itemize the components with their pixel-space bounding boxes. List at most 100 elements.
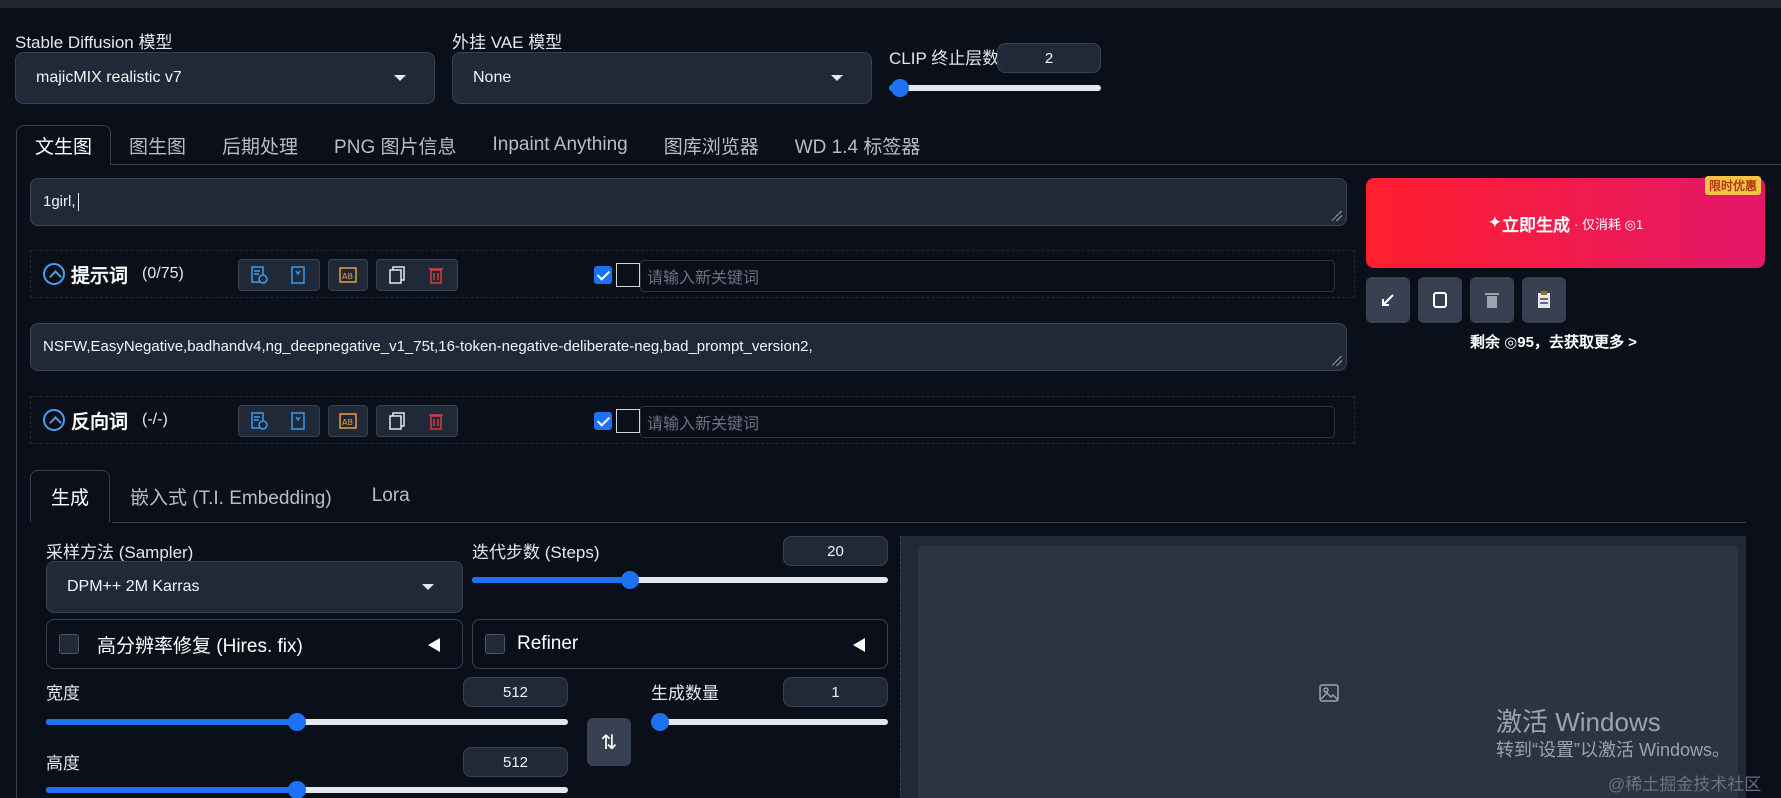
- width-slider[interactable]: [46, 712, 568, 732]
- negative-toolbar: 反向词 (-/-) AB 请输入新关键词: [30, 396, 1355, 444]
- bookmark-icon[interactable]: [278, 406, 317, 436]
- batch-count-slider[interactable]: [651, 712, 888, 732]
- negative-keyword-input[interactable]: 请输入新关键词: [640, 406, 1335, 438]
- sparkle-icon: ✦: [1487, 213, 1503, 232]
- translate-icon[interactable]: AB: [329, 260, 367, 290]
- chevron-down-icon: [394, 75, 406, 81]
- subtab-divider: [112, 522, 1746, 523]
- collapse-icon[interactable]: [43, 409, 65, 431]
- clip-skip-slider[interactable]: [889, 78, 1101, 98]
- square-icon: [1433, 292, 1447, 308]
- subtab-generate[interactable]: 生成: [30, 470, 111, 522]
- hires-fix-toggle[interactable]: 高分辨率修复 (Hires. fix): [46, 619, 463, 669]
- tab-image-browser[interactable]: 图库浏览器: [646, 125, 777, 165]
- subtab-lora[interactable]: Lora: [352, 470, 430, 522]
- trash-icon: [1485, 293, 1499, 308]
- prompt-text: 1girl,: [43, 193, 76, 210]
- tab-img2img[interactable]: 图生图: [111, 125, 204, 165]
- trash-icon[interactable]: [416, 260, 455, 290]
- swap-icon: ⇅: [600, 731, 618, 754]
- negative-prompt-input[interactable]: NSFW,EasyNegative,badhandv4,ng_deepnegat…: [30, 323, 1347, 371]
- sd-model-value: majicMIX realistic v7: [36, 69, 182, 86]
- prompt-edit-group: [376, 259, 458, 291]
- prompt-history-group: [238, 259, 320, 291]
- tab-extras[interactable]: 后期处理: [204, 125, 316, 165]
- prompt-token-count: (0/75): [142, 265, 184, 282]
- sd-model-label: Stable Diffusion 模型: [15, 33, 173, 52]
- sampler-select[interactable]: DPM++ 2M Karras: [46, 561, 463, 613]
- subtab-embedding[interactable]: 嵌入式 (T.I. Embedding): [110, 470, 352, 522]
- prompt-toolbar: 提示词 (0/75) AB 请输入新关键词: [30, 250, 1355, 298]
- paste-button[interactable]: [1418, 277, 1462, 323]
- bookmark-icon[interactable]: [278, 260, 317, 290]
- steps-slider[interactable]: [472, 570, 888, 590]
- generation-subtabs: 生成 嵌入式 (T.I. Embedding) Lora: [30, 470, 430, 522]
- prompt-input[interactable]: 1girl,: [30, 178, 1347, 226]
- vae-model-value: None: [473, 69, 512, 86]
- batch-count-label: 生成数量: [651, 684, 719, 703]
- negative-prompt-text: NSFW,EasyNegative,badhandv4,ng_deepnegat…: [43, 338, 813, 355]
- remaining-credits-link[interactable]: 剩余 ◎95，去获取更多 >: [1470, 331, 1637, 352]
- negative-token-count: (-/-): [142, 411, 168, 428]
- width-input[interactable]: 512: [463, 677, 568, 707]
- keyword-checkbox[interactable]: [594, 412, 612, 430]
- clip-skip-label: CLIP 终止层数: [889, 49, 1000, 68]
- history-icon[interactable]: [239, 406, 278, 436]
- history-icon[interactable]: [239, 260, 278, 290]
- promo-badge: 限时优惠: [1704, 176, 1761, 195]
- vae-model-select[interactable]: None: [452, 52, 872, 104]
- text-cursor-icon: [616, 409, 640, 433]
- batch-count-input[interactable]: 1: [783, 677, 888, 707]
- clear-button[interactable]: [1470, 277, 1514, 323]
- sampler-label: 采样方法 (Sampler): [46, 543, 194, 562]
- keyword-checkbox[interactable]: [594, 266, 612, 284]
- sd-model-select[interactable]: majicMIX realistic v7: [15, 52, 435, 104]
- triangle-left-icon: [853, 638, 865, 652]
- tab-wd-tagger[interactable]: WD 1.4 标签器: [777, 125, 939, 165]
- clipboard-icon: [1538, 291, 1550, 308]
- chevron-down-icon: [831, 75, 843, 81]
- collapse-icon[interactable]: [43, 263, 65, 285]
- svg-text:AB: AB: [342, 418, 353, 427]
- copy-icon[interactable]: [377, 260, 416, 290]
- prompt-translate-group: AB: [328, 259, 368, 291]
- clip-skip-input[interactable]: 2: [997, 43, 1101, 73]
- steps-label: 迭代步数 (Steps): [472, 543, 600, 562]
- copy-icon[interactable]: [377, 406, 416, 436]
- generate-button[interactable]: ✦ 立即生成 · 仅消耗 ◎1 限时优惠: [1366, 176, 1765, 268]
- windows-activation-title: 激活 Windows: [1496, 707, 1661, 737]
- main-tabs: 文生图 图生图 后期处理 PNG 图片信息 Inpaint Anything 图…: [16, 125, 938, 165]
- arrow-diagonal-icon: [1382, 294, 1394, 306]
- image-placeholder-icon: [1319, 684, 1339, 702]
- svg-text:AB: AB: [342, 272, 353, 281]
- height-label: 高度: [46, 754, 80, 773]
- negative-history-group: [238, 405, 320, 437]
- swap-dimensions-button[interactable]: ⇅: [587, 718, 631, 766]
- width-label: 宽度: [46, 684, 80, 703]
- hires-checkbox[interactable]: [59, 634, 79, 654]
- steps-input[interactable]: 20: [783, 536, 888, 566]
- resize-handle-icon[interactable]: [1332, 211, 1342, 221]
- translate-icon[interactable]: AB: [329, 406, 367, 436]
- tab-txt2img[interactable]: 文生图: [16, 125, 112, 165]
- windows-activation-hint: 转到“设置”以激活 Windows。: [1496, 740, 1731, 760]
- trash-icon[interactable]: [416, 406, 455, 436]
- vae-model-label: 外挂 VAE 模型: [452, 33, 563, 52]
- site-watermark: @稀土掘金技术社区: [1608, 775, 1762, 794]
- height-input[interactable]: 512: [463, 747, 568, 777]
- prompt-keyword-input[interactable]: 请输入新关键词: [640, 260, 1335, 292]
- resize-handle-icon[interactable]: [1332, 356, 1342, 366]
- refiner-label: Refiner: [517, 633, 579, 654]
- window-top-bar: [0, 0, 1781, 8]
- tab-inpaint-anything[interactable]: Inpaint Anything: [475, 125, 646, 165]
- hires-label: 高分辨率修复 (Hires. fix): [97, 635, 303, 657]
- prompt-title: 提示词: [71, 265, 129, 287]
- refiner-checkbox[interactable]: [485, 634, 505, 654]
- clipboard-button[interactable]: [1522, 277, 1566, 323]
- refiner-toggle[interactable]: Refiner: [472, 619, 888, 669]
- text-cursor-icon: [616, 263, 640, 287]
- height-slider[interactable]: [46, 780, 568, 798]
- tab-png-info[interactable]: PNG 图片信息: [316, 125, 474, 165]
- negative-title: 反向词: [71, 411, 129, 433]
- read-params-button[interactable]: [1366, 277, 1410, 323]
